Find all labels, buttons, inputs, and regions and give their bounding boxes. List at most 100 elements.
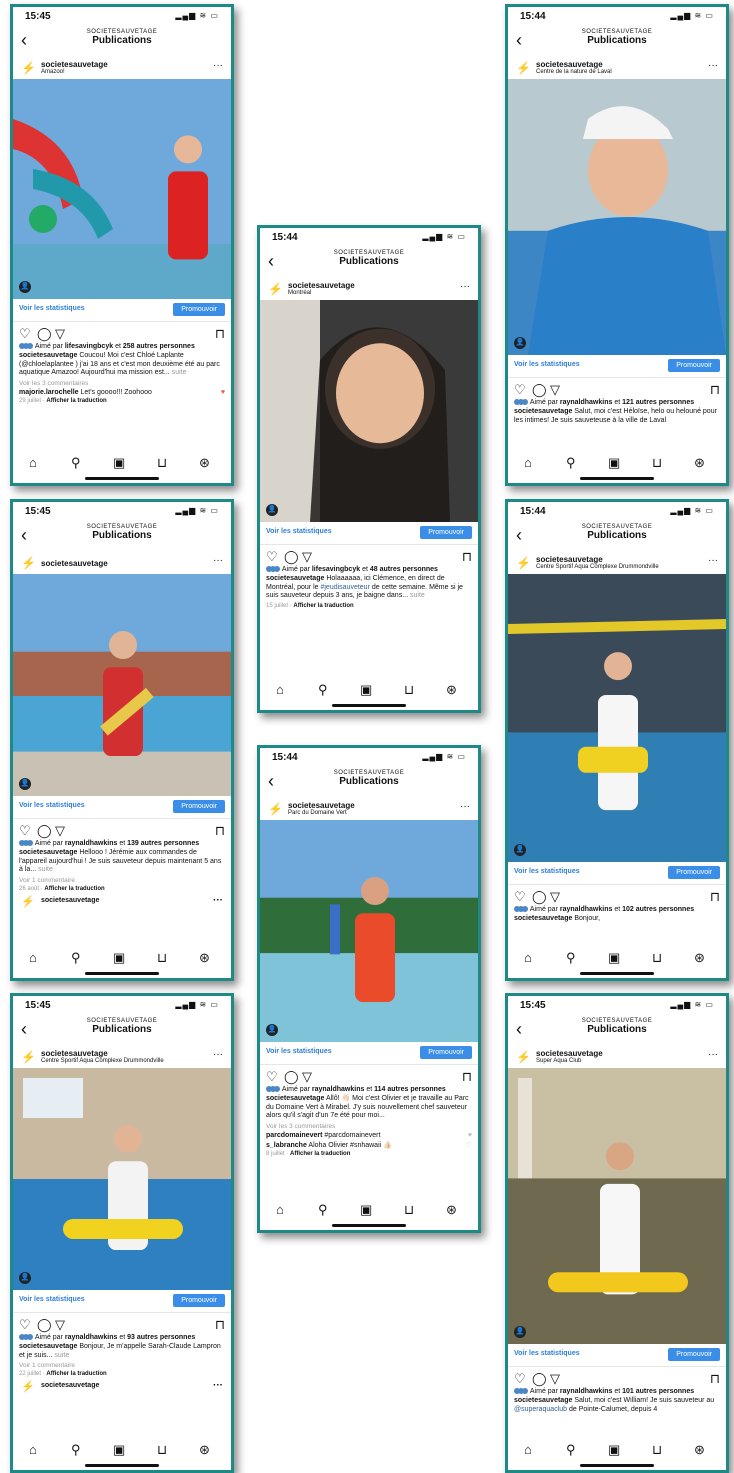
shop-icon[interactable]: ⊔ [157, 455, 167, 471]
comment-username[interactable]: s_labranche [266, 1142, 307, 1149]
caption-username[interactable]: societesauvetage [514, 1397, 572, 1404]
heart-icon[interactable]: ♡ [514, 889, 526, 905]
liked-others-count[interactable]: 101 autres personnes [622, 1388, 694, 1395]
post-author[interactable]: ⚡ societesauvetage Centre Sportif Aqua C… [508, 552, 726, 574]
reels-icon[interactable]: ▣ [360, 1202, 372, 1218]
tagged-user-icon[interactable]: 👤 [19, 281, 31, 293]
liked-others-count[interactable]: 258 autres personnes [123, 343, 195, 350]
search-icon[interactable]: ⚲ [566, 455, 576, 471]
liker-username[interactable]: lifesavingbcyk [312, 566, 360, 573]
reels-icon[interactable]: ▣ [608, 455, 620, 471]
bookmark-icon[interactable]: ⊓ [462, 1069, 472, 1085]
liked-others-count[interactable]: 139 autres personnes [127, 840, 199, 847]
profile-avatar-icon[interactable]: ⊛ [446, 682, 457, 698]
more-options-icon[interactable]: ··· [213, 1380, 223, 1391]
shop-icon[interactable]: ⊔ [652, 950, 662, 966]
post-location[interactable]: Parc du Domaine Vert [288, 810, 347, 816]
search-icon[interactable]: ⚲ [318, 1202, 328, 1218]
promote-button[interactable]: Promouvoir [668, 359, 720, 372]
promote-button[interactable]: Promouvoir [173, 800, 225, 813]
comment-icon[interactable]: ◯ [37, 1317, 52, 1333]
liker-username[interactable]: raynaldhawkins [560, 906, 613, 913]
bookmark-icon[interactable]: ⊓ [215, 1317, 225, 1333]
liker-username[interactable]: raynaldhawkins [65, 1334, 118, 1341]
heart-icon[interactable]: ♡ [19, 1317, 31, 1333]
home-icon[interactable]: ⌂ [29, 950, 37, 965]
profile-avatar-icon[interactable]: ⊛ [199, 455, 210, 471]
likes-line[interactable]: Aimé par raynaldhawkins et 114 autres pe… [260, 1085, 478, 1094]
caption-username[interactable]: societesauvetage [266, 575, 324, 582]
post-username[interactable]: societesauvetage [41, 1049, 108, 1058]
heart-icon[interactable]: ♡ [514, 382, 526, 398]
post-location[interactable]: Montréal [288, 290, 311, 296]
more-options-icon[interactable]: ··· [460, 801, 470, 812]
comment-like-icon[interactable]: ♡ [466, 1141, 472, 1149]
translate-link[interactable]: Afficher la traduction [44, 886, 104, 892]
reels-icon[interactable]: ▣ [360, 682, 372, 698]
liker-username[interactable]: raynaldhawkins [312, 1086, 365, 1093]
tagged-user-icon[interactable]: 👤 [266, 1024, 278, 1036]
share-icon[interactable]: ▽ [302, 549, 312, 565]
promote-button[interactable]: Promouvoir [668, 866, 720, 879]
view-stats-link[interactable]: Voir les statistiques [19, 305, 85, 312]
liked-others-count[interactable]: 93 autres personnes [127, 1334, 195, 1341]
post-photo[interactable]: 👤 [508, 1068, 726, 1344]
view-stats-link[interactable]: Voir les statistiques [266, 528, 332, 535]
shop-icon[interactable]: ⊔ [652, 1442, 662, 1458]
caption-more-link[interactable]: suite [38, 866, 53, 873]
search-icon[interactable]: ⚲ [566, 950, 576, 966]
back-arrow-icon[interactable]: ‹ [21, 526, 27, 544]
share-icon[interactable]: ▽ [55, 823, 65, 839]
post-author[interactable]: ⚡ societesauvetage Amazoo! ··· [13, 57, 231, 79]
reels-icon[interactable]: ▣ [113, 455, 125, 471]
share-icon[interactable]: ▽ [302, 1069, 312, 1085]
likes-line[interactable]: Aimé par raynaldhawkins et 121 autres pe… [508, 398, 726, 407]
shop-icon[interactable]: ⊔ [404, 1202, 414, 1218]
post-username[interactable]: societesauvetage [536, 555, 603, 564]
more-options-icon[interactable]: ··· [213, 60, 223, 71]
profile-avatar-icon[interactable]: ⊛ [694, 950, 705, 966]
home-icon[interactable]: ⌂ [276, 682, 284, 697]
bookmark-icon[interactable]: ⊓ [710, 382, 720, 398]
liker-username[interactable]: raynaldhawkins [65, 840, 118, 847]
heart-icon[interactable]: ♡ [266, 549, 278, 565]
back-arrow-icon[interactable]: ‹ [268, 772, 274, 790]
post-username[interactable]: societesauvetage [41, 559, 108, 568]
promote-button[interactable]: Promouvoir [173, 303, 225, 316]
search-icon[interactable]: ⚲ [71, 1442, 81, 1458]
heart-icon[interactable]: ♡ [266, 1069, 278, 1085]
bookmark-icon[interactable]: ⊓ [215, 823, 225, 839]
comment-username[interactable]: majorie.larochelle [19, 389, 79, 396]
reels-icon[interactable]: ▣ [608, 1442, 620, 1458]
search-icon[interactable]: ⚲ [566, 1442, 576, 1458]
home-icon[interactable]: ⌂ [524, 1442, 532, 1457]
view-stats-link[interactable]: Voir les statistiques [19, 802, 85, 809]
translate-link[interactable]: Afficher la traduction [46, 398, 106, 404]
likes-line[interactable]: Aimé par raynaldhawkins et 93 autres per… [13, 1333, 231, 1342]
comment-icon[interactable]: ◯ [284, 549, 299, 565]
post-author[interactable]: ⚡ societesauvetage Parc du Domaine Vert … [260, 798, 478, 820]
post-photo[interactable]: 👤 [508, 79, 726, 355]
more-options-icon[interactable]: ··· [213, 895, 223, 906]
share-icon[interactable]: ▽ [55, 1317, 65, 1333]
profile-avatar-icon[interactable]: ⊛ [446, 1202, 457, 1218]
more-options-icon[interactable]: ··· [460, 281, 470, 292]
likes-line[interactable]: Aimé par raynaldhawkins et 102 autres pe… [508, 905, 726, 914]
post-author[interactable]: ⚡ societesauvetage Centre de la nature d… [508, 57, 726, 79]
liker-username[interactable]: raynaldhawkins [560, 399, 613, 406]
view-stats-link[interactable]: Voir les statistiques [266, 1048, 332, 1055]
search-icon[interactable]: ⚲ [71, 455, 81, 471]
comment-icon[interactable]: ◯ [532, 382, 547, 398]
likes-line[interactable]: Aimé par lifesavingbcyk et 48 autres per… [260, 565, 478, 574]
post-author[interactable]: ⚡ societesauvetage Montréal ··· [260, 278, 478, 300]
back-arrow-icon[interactable]: ‹ [21, 1020, 27, 1038]
promote-button[interactable]: Promouvoir [420, 1046, 472, 1059]
view-stats-link[interactable]: Voir les statistiques [514, 1350, 580, 1357]
post-username[interactable]: societesauvetage [536, 1049, 603, 1058]
more-options-icon[interactable]: ··· [708, 1049, 718, 1060]
comment-icon[interactable]: ◯ [37, 823, 52, 839]
view-comments-link[interactable]: Voir 1 commentaire [13, 1361, 231, 1370]
view-stats-link[interactable]: Voir les statistiques [514, 868, 580, 875]
post-author[interactable]: ⚡ societesauvetage Centre Sportif Aqua C… [13, 1046, 231, 1068]
promote-button[interactable]: Promouvoir [173, 1294, 225, 1307]
